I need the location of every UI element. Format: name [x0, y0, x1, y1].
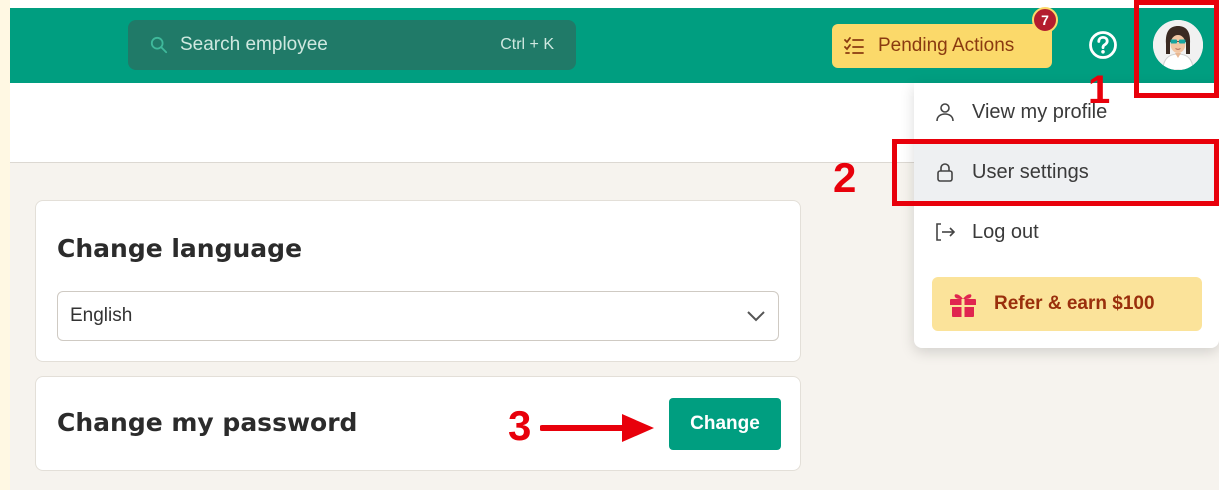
top-border: [10, 0, 1219, 8]
language-selected-value: English: [70, 305, 133, 326]
pending-actions-label: Pending Actions: [878, 35, 1015, 56]
log-out-label: Log out: [972, 220, 1039, 243]
search-input[interactable]: Search employee Ctrl + K: [128, 20, 576, 70]
pending-count-badge: 7: [1032, 7, 1058, 33]
annotation-box-user-settings: [892, 139, 1219, 206]
refer-label: Refer & earn $100: [994, 293, 1155, 314]
checklist-icon: [844, 37, 864, 54]
change-language-title: Change language: [57, 234, 303, 263]
annotation-box-avatar: [1134, 0, 1219, 98]
change-language-card: Change language English: [35, 200, 801, 362]
pending-actions-button[interactable]: Pending Actions: [832, 24, 1052, 68]
annotation-arrow-icon: [540, 414, 654, 442]
question-circle-icon[interactable]: [1088, 30, 1118, 60]
refer-and-earn-button[interactable]: Refer & earn $100: [932, 277, 1202, 331]
view-profile-label: View my profile: [972, 100, 1108, 123]
person-icon: [936, 103, 954, 122]
search-placeholder: Search employee: [180, 34, 328, 55]
change-password-card: Change my password Change: [35, 376, 801, 471]
annotation-step-2: 2: [833, 154, 857, 201]
language-select[interactable]: English: [57, 291, 779, 341]
annotation-step-3: 3: [508, 402, 532, 449]
change-password-title: Change my password: [57, 408, 358, 437]
menu-item-log-out[interactable]: Log out: [914, 203, 1219, 261]
search-icon: [150, 36, 168, 54]
chevron-down-icon: [747, 311, 765, 322]
change-password-button[interactable]: Change: [669, 398, 781, 450]
search-shortcut: Ctrl + K: [500, 36, 554, 53]
logout-icon: [936, 223, 956, 241]
annotation-step-1: 1: [1088, 68, 1111, 112]
left-edge: [0, 0, 10, 490]
gift-icon: [950, 294, 976, 317]
user-dropdown-menu: View my profile User settings Log out Re…: [914, 83, 1219, 348]
